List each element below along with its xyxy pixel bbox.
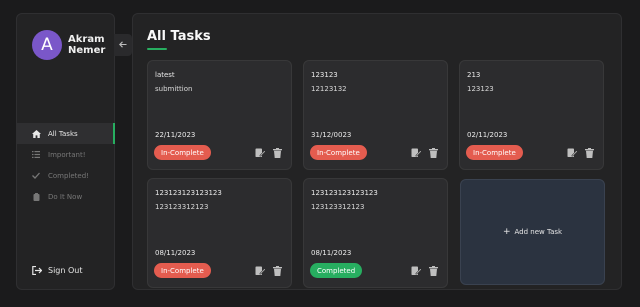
task-title: 123123123123123 bbox=[155, 189, 222, 197]
task-title: latest bbox=[155, 71, 175, 79]
sidebar-item-label: Do It Now bbox=[48, 192, 83, 201]
main-panel: All Tasks latest submittion 22/11/2023 I… bbox=[132, 13, 622, 290]
task-date: 22/11/2023 bbox=[155, 131, 196, 139]
sign-out-label: Sign Out bbox=[48, 266, 83, 275]
page-title: All Tasks bbox=[147, 29, 211, 44]
task-description: submittion bbox=[155, 85, 193, 93]
add-new-task-button[interactable]: + Add new Task bbox=[460, 179, 605, 285]
task-description: 123123 bbox=[467, 85, 494, 93]
task-card: latest submittion 22/11/2023 In-Complete bbox=[147, 60, 292, 170]
task-actions bbox=[411, 147, 439, 158]
task-actions bbox=[411, 265, 439, 276]
add-new-task-label: Add new Task bbox=[514, 228, 563, 236]
trash-icon[interactable] bbox=[428, 265, 439, 276]
status-badge[interactable]: In-Complete bbox=[154, 263, 211, 278]
task-date: 02/11/2023 bbox=[467, 131, 508, 139]
task-card: 213 123123 02/11/2023 In-Complete bbox=[459, 60, 604, 170]
sidebar: A Akram Nemer All Tasks Important! Compl… bbox=[16, 13, 115, 290]
task-title: 123123 bbox=[311, 71, 338, 79]
task-actions bbox=[255, 147, 283, 158]
task-actions bbox=[255, 265, 283, 276]
plus-icon: + bbox=[502, 227, 511, 237]
user-profile[interactable]: A Akram Nemer bbox=[32, 30, 105, 60]
sign-out-button[interactable]: Sign Out bbox=[32, 266, 83, 275]
trash-icon[interactable] bbox=[584, 147, 595, 158]
list-icon bbox=[31, 151, 41, 158]
status-badge[interactable]: In-Complete bbox=[154, 145, 211, 160]
collapse-sidebar-button[interactable] bbox=[114, 34, 132, 56]
sidebar-nav: All Tasks Important! Completed! Do It No… bbox=[17, 123, 115, 207]
title-underline bbox=[147, 48, 167, 50]
trash-icon[interactable] bbox=[428, 147, 439, 158]
trash-icon[interactable] bbox=[272, 147, 283, 158]
home-icon bbox=[31, 129, 41, 138]
check-icon bbox=[31, 172, 41, 179]
task-description: 12123132 bbox=[311, 85, 347, 93]
trash-icon[interactable] bbox=[272, 265, 283, 276]
sidebar-item-do-it-now[interactable]: Do It Now bbox=[17, 186, 115, 207]
task-description: 123123312123 bbox=[155, 203, 209, 211]
status-badge[interactable]: Completed bbox=[310, 263, 363, 278]
edit-icon[interactable] bbox=[411, 265, 422, 276]
edit-icon[interactable] bbox=[411, 147, 422, 158]
clipboard-icon bbox=[31, 192, 41, 201]
sidebar-item-important[interactable]: Important! bbox=[17, 144, 115, 165]
user-name: Akram Nemer bbox=[68, 34, 105, 56]
sidebar-item-completed[interactable]: Completed! bbox=[17, 165, 115, 186]
arrow-left-icon bbox=[119, 40, 127, 51]
user-last-name: Nemer bbox=[68, 45, 106, 56]
status-badge[interactable]: In-Complete bbox=[466, 145, 523, 160]
edit-icon[interactable] bbox=[255, 147, 266, 158]
task-title: 123123123123123 bbox=[311, 189, 378, 197]
task-description: 123123312123 bbox=[311, 203, 365, 211]
sign-out-icon bbox=[32, 266, 42, 275]
avatar[interactable]: A bbox=[32, 30, 62, 60]
task-title: 213 bbox=[467, 71, 481, 79]
sidebar-item-label: Important! bbox=[48, 150, 86, 159]
task-card: 123123123123123 123123312123 08/11/2023 … bbox=[147, 178, 292, 288]
status-badge[interactable]: In-Complete bbox=[310, 145, 367, 160]
sidebar-item-label: Completed! bbox=[48, 171, 89, 180]
sidebar-item-label: All Tasks bbox=[48, 129, 78, 138]
task-date: 31/12/0023 bbox=[311, 131, 352, 139]
task-date: 08/11/2023 bbox=[155, 249, 196, 257]
task-date: 08/11/2023 bbox=[311, 249, 352, 257]
user-first-name: Akram bbox=[68, 34, 105, 45]
sidebar-item-all-tasks[interactable]: All Tasks bbox=[17, 123, 115, 144]
edit-icon[interactable] bbox=[255, 265, 266, 276]
task-card: 123123 12123132 31/12/0023 In-Complete bbox=[303, 60, 448, 170]
task-card: 123123123123123 123123312123 08/11/2023 … bbox=[303, 178, 448, 288]
edit-icon[interactable] bbox=[567, 147, 578, 158]
task-actions bbox=[567, 147, 595, 158]
